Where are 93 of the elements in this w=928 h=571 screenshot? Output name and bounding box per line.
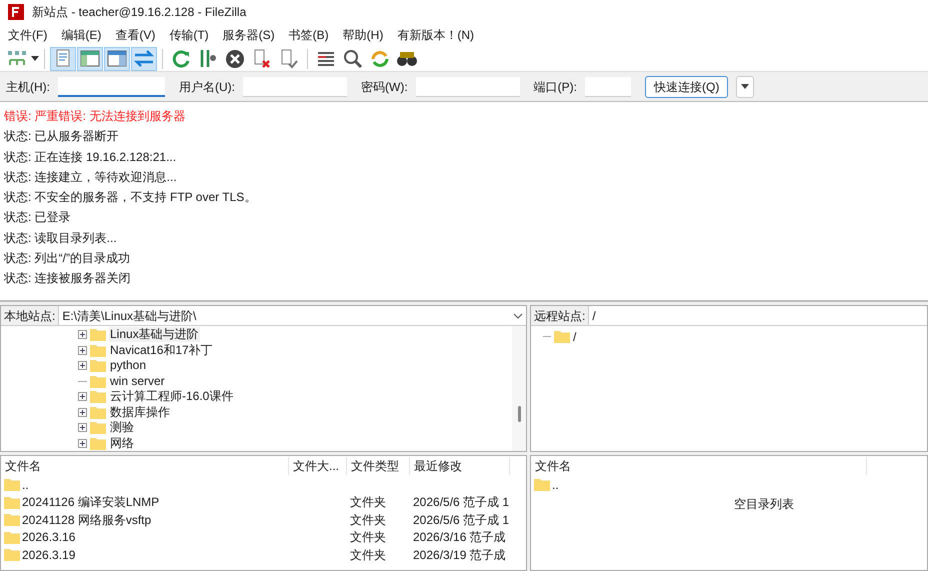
column-header[interactable]: 文件名 <box>531 457 867 475</box>
folder-tree-item[interactable]: Linux基础与进阶 <box>109 327 200 342</box>
folder-tree-item[interactable]: python <box>109 358 148 374</box>
password-label: 密码(W): <box>361 78 408 96</box>
log-line: 状态: 已登录 <box>4 209 71 226</box>
port-label: 端口(P): <box>534 78 577 96</box>
log-line: 状态: 正在连接 19.16.2.128:21... <box>4 148 176 166</box>
menu-item[interactable]: 帮助(H) <box>342 26 384 44</box>
modified-cell: 2026/5/6 范子成 1 <box>413 512 510 527</box>
log-line: 状态: 不安全的服务器，不支持 FTP over TLS。 <box>4 189 256 206</box>
scrollbar-thumb[interactable] <box>518 406 520 422</box>
menu-item[interactable]: 查看(V) <box>115 26 156 44</box>
log-line: 错误: 严重错误: 无法连接到服务器 <box>4 108 186 125</box>
folder-icon <box>534 478 550 491</box>
folder-tree-item[interactable]: Navicat16和17补丁 <box>109 342 214 358</box>
folder-icon <box>90 359 106 372</box>
folder-tree-item[interactable]: 网络 <box>109 436 135 451</box>
log-line: 状态: 连接建立，等待欢迎消息... <box>4 168 177 186</box>
username-field[interactable] <box>243 76 347 96</box>
log-line: 状态: 读取目录列表... <box>4 230 117 247</box>
folder-icon <box>90 328 106 342</box>
folder-tree-item[interactable]: 云计算工程师-16.0课件 <box>109 389 234 404</box>
folder-icon <box>4 478 20 492</box>
window-title: 新站点 - teacher@19.16.2.128 - FileZilla <box>32 4 246 21</box>
column-header[interactable]: 文件名 <box>1 457 289 475</box>
expand-icon[interactable] <box>78 346 87 355</box>
folder-icon <box>90 374 106 388</box>
port-field[interactable] <box>585 76 631 96</box>
log-line: 状态: 已从服务器断开 <box>4 128 119 146</box>
empty-list-message: 空目录列表 <box>734 496 794 513</box>
log-line: 状态: 连接被服务器关闭 <box>4 270 131 288</box>
modified-cell: 2026/5/6 范子成 1 <box>413 495 510 510</box>
folder-tree-item[interactable]: win server <box>109 374 166 389</box>
file-type-cell: 文件夹 <box>350 530 386 544</box>
folder-tree-item[interactable]: / <box>573 328 576 346</box>
file-type-cell: 文件夹 <box>350 548 386 562</box>
file-name-cell[interactable]: .. <box>22 476 29 494</box>
file-type-cell: 文件夹 <box>350 512 386 527</box>
remote-site-label: 远程站点: <box>531 306 590 325</box>
folder-icon <box>4 496 20 509</box>
dropdown-button[interactable] <box>736 76 754 98</box>
folder-tree-item[interactable]: 测验 <box>109 420 135 436</box>
column-header[interactable]: 文件类型 <box>347 457 410 475</box>
folder-icon <box>4 548 20 562</box>
remote-path-field[interactable]: / <box>589 306 927 325</box>
menu-item[interactable]: 书签(B) <box>288 26 329 44</box>
folder-icon <box>4 530 20 544</box>
folder-icon <box>90 421 106 434</box>
window-layout-icon <box>106 48 128 70</box>
expand-icon[interactable] <box>78 392 87 402</box>
file-name-cell[interactable]: .. <box>552 476 559 494</box>
expand-icon[interactable] <box>78 408 87 417</box>
file-name-cell[interactable]: 2026.3.19 <box>22 546 76 564</box>
folder-tree-item[interactable]: 数据库操作 <box>109 404 171 420</box>
chevron-down-icon <box>513 312 523 318</box>
column-header[interactable]: 最近修改 <box>410 457 510 475</box>
folder-icon <box>554 330 570 343</box>
file-type-cell: 文件夹 <box>350 495 386 510</box>
file-name-cell[interactable]: 2026.3.16 <box>22 528 76 546</box>
modified-cell: 2026/3/19 范子成 <box>413 548 506 562</box>
host-field[interactable] <box>58 76 165 96</box>
toolbar-button[interactable] <box>77 46 103 70</box>
arrows-icon <box>133 48 155 70</box>
folder-icon <box>90 390 106 404</box>
file-name-cell[interactable]: 20241128 网络服务vsftp <box>22 510 152 529</box>
expand-icon[interactable] <box>78 330 87 340</box>
log-line: 状态: 列出“/”的目录成功 <box>4 250 130 268</box>
folder-icon <box>90 436 106 450</box>
window-layout-icon <box>79 48 101 70</box>
modified-cell: 2026/3/16 范子成 <box>413 530 506 544</box>
menu-item[interactable]: 服务器(S) <box>222 26 275 44</box>
menu-item[interactable]: 有新版本！(N) <box>397 26 474 44</box>
column-header[interactable]: 文件大... <box>289 457 347 475</box>
caret-icon[interactable] <box>31 56 39 62</box>
toolbar-button[interactable] <box>104 46 130 70</box>
file-name-cell[interactable]: 20241126 编译安装LNMP <box>22 493 160 512</box>
menu-item[interactable]: 编辑(E) <box>61 26 102 44</box>
host-label: 主机(H): <box>6 78 50 96</box>
expand-icon[interactable] <box>78 361 87 370</box>
username-label: 用户名(U): <box>179 78 235 96</box>
menu-item[interactable]: 文件(F) <box>8 26 48 44</box>
expand-icon[interactable] <box>78 423 87 432</box>
expand-icon[interactable] <box>78 438 87 448</box>
folder-icon <box>4 513 20 526</box>
caret-icon <box>741 84 750 89</box>
quickconnect-button[interactable]: 快速连接(Q) <box>645 76 728 98</box>
folder-icon <box>90 344 106 357</box>
refresh-icon <box>170 48 192 70</box>
local-site-label: 本地站点: <box>1 306 60 325</box>
menu-item[interactable]: 传输(T) <box>169 26 209 44</box>
password-field[interactable] <box>416 76 520 96</box>
app-logo-icon <box>8 4 24 20</box>
folder-icon <box>90 406 106 419</box>
